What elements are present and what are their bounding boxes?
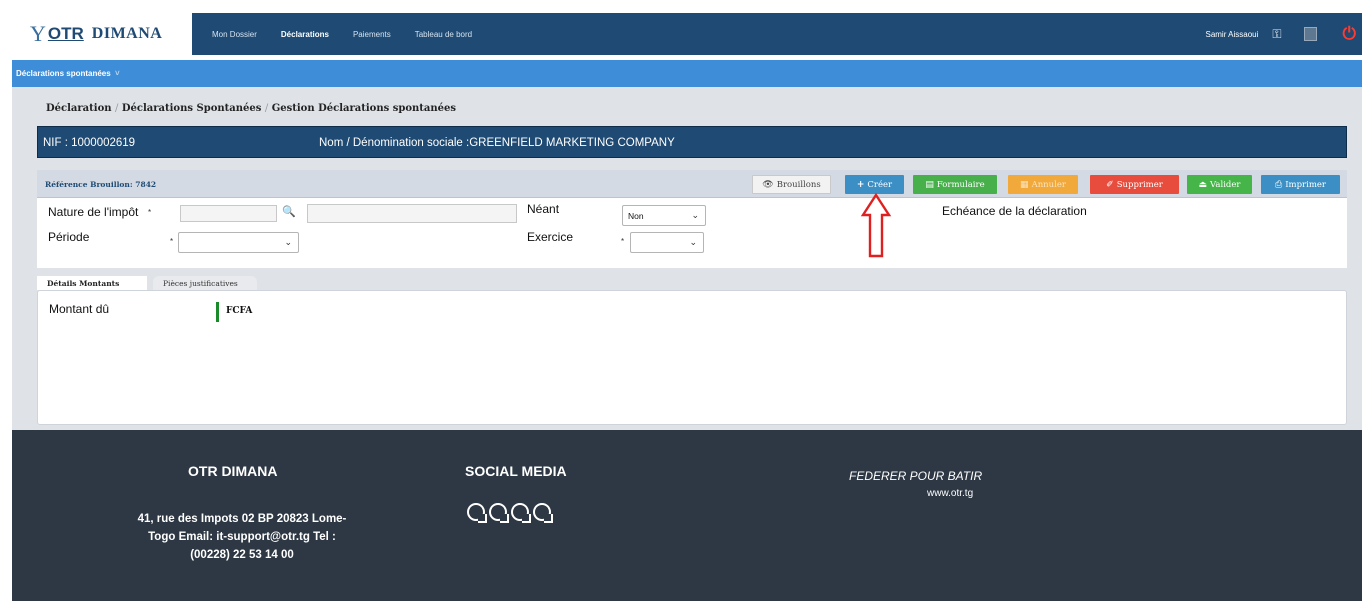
eject-icon: ⏏ bbox=[1198, 179, 1208, 190]
formulaire-label: Formulaire bbox=[936, 179, 985, 190]
valider-button[interactable]: ⏏ Valider bbox=[1187, 175, 1252, 194]
youtube-icon[interactable] bbox=[533, 503, 553, 523]
imprimer-button[interactable]: ⎙ Imprimer bbox=[1261, 175, 1340, 194]
required-asterisk: * bbox=[148, 208, 152, 217]
search-icon[interactable]: 🔍 bbox=[282, 205, 296, 218]
breadcrumb-item[interactable]: Déclarations Spontanées bbox=[122, 103, 262, 114]
footer: OTR DIMANA 41, rue des Impots 02 BP 2082… bbox=[12, 430, 1362, 601]
subnav-declarations-spontanees[interactable]: Déclarations spontanées bbox=[16, 69, 111, 78]
print-icon: ⎙ bbox=[1275, 179, 1283, 190]
declaration-form: Nature de l'impôt * 🔍 Néant Non ⌄ Echéan… bbox=[37, 198, 1347, 268]
chevron-down-icon: ⌄ bbox=[691, 210, 699, 220]
required-asterisk: * bbox=[621, 237, 625, 246]
tab-pieces-justificatives[interactable]: Pièces justificatives bbox=[153, 276, 257, 290]
tab-details-montants[interactable]: Détails Montants bbox=[37, 276, 147, 290]
action-toolbar: Référence Brouillon: 7842 👁 Brouillons +… bbox=[37, 170, 1347, 198]
nav-tableau-de-bord[interactable]: Tableau de bord bbox=[415, 30, 472, 39]
currency-label: FCFA bbox=[226, 306, 253, 316]
user-name[interactable]: Samir Aissaoui bbox=[1205, 30, 1258, 39]
subnav-bar: Déclarations spontanées ˅ bbox=[12, 60, 1362, 87]
amount-indicator bbox=[216, 302, 219, 322]
main-nav: Mon Dossier Déclarations Paiements Table… bbox=[212, 13, 496, 55]
breadcrumb: Déclaration / Déclarations Spontanées / … bbox=[46, 103, 456, 114]
eye-icon: 👁 bbox=[762, 179, 774, 190]
linkedin-icon[interactable] bbox=[511, 503, 531, 523]
creer-label: Créer bbox=[867, 179, 893, 190]
eraser-icon: ✐ bbox=[1106, 179, 1114, 190]
twitter-icon[interactable] bbox=[489, 503, 509, 523]
nature-code-input[interactable] bbox=[180, 205, 277, 222]
top-navbar: Y OTR DIMANA Mon Dossier Déclarations Pa… bbox=[12, 13, 1362, 55]
chevron-down-icon: ⌄ bbox=[284, 237, 292, 247]
periode-label: Période bbox=[48, 230, 90, 244]
annuler-button[interactable]: ▦ Annuler bbox=[1008, 175, 1078, 194]
cancel-icon: ▦ bbox=[1020, 179, 1029, 190]
breadcrumb-current: Gestion Déclarations spontanées bbox=[271, 103, 456, 114]
footer-website-link[interactable]: www.otr.tg bbox=[927, 488, 973, 499]
draft-reference: Référence Brouillon: 7842 bbox=[45, 180, 157, 189]
supprimer-button[interactable]: ✐ Supprimer bbox=[1090, 175, 1179, 194]
footer-slogan: FEDERER POUR BATIR bbox=[849, 469, 983, 483]
breadcrumb-separator: / bbox=[115, 103, 119, 114]
exercice-select[interactable]: ⌄ bbox=[630, 232, 704, 253]
echeance-label: Echéance de la déclaration bbox=[942, 204, 1087, 218]
subnav-caret-icon[interactable]: ˅ bbox=[115, 69, 120, 78]
footer-address: 41, rue des Impots 02 BP 20823 Lome-Togo… bbox=[137, 513, 347, 561]
facebook-icon[interactable] bbox=[467, 503, 487, 523]
red-arrow-annotation-icon bbox=[860, 192, 892, 258]
required-asterisk: * bbox=[170, 237, 174, 246]
social-icons bbox=[467, 503, 555, 523]
user-key-icon[interactable]: ⚿ bbox=[1272, 27, 1281, 42]
footer-title: OTR DIMANA bbox=[188, 463, 278, 479]
taxpayer-bar: NIF : 1000002619 Nom / Dénomination soci… bbox=[37, 126, 1347, 158]
annuler-label: Annuler bbox=[1031, 179, 1066, 190]
nav-declarations[interactable]: Déclarations bbox=[281, 30, 329, 39]
brouillons-button[interactable]: 👁 Brouillons bbox=[752, 175, 831, 194]
brouillons-label: Brouillons bbox=[776, 179, 821, 190]
exercice-label: Exercice bbox=[527, 230, 574, 244]
neant-label: Néant bbox=[527, 202, 560, 216]
logo-dimana-text: DIMANA bbox=[91, 25, 163, 42]
nature-libelle-input[interactable] bbox=[307, 204, 517, 223]
breadcrumb-separator: / bbox=[264, 103, 269, 114]
periode-select[interactable]: ⌄ bbox=[178, 232, 299, 253]
user-area: Samir Aissaoui ⚿ ⏻ bbox=[1205, 13, 1362, 55]
formulaire-button[interactable]: ▤ Formulaire bbox=[913, 175, 997, 194]
window-icon[interactable] bbox=[1303, 27, 1317, 41]
logo-otr-text: OTR bbox=[47, 24, 84, 43]
plus-icon: + bbox=[856, 179, 865, 190]
valider-label: Valider bbox=[1210, 179, 1241, 190]
neant-select[interactable]: Non ⌄ bbox=[622, 205, 706, 226]
company-name-text: Nom / Dénomination sociale :GREENFIELD M… bbox=[319, 137, 675, 149]
nav-mon-dossier[interactable]: Mon Dossier bbox=[212, 30, 257, 39]
montant-du-label: Montant dû bbox=[49, 302, 110, 316]
supprimer-label: Supprimer bbox=[1116, 179, 1163, 190]
power-icon[interactable]: ⏻ bbox=[1343, 24, 1356, 44]
nav-paiements[interactable]: Paiements bbox=[353, 30, 391, 39]
logo-mark-icon: Y bbox=[30, 21, 46, 46]
imprimer-label: Imprimer bbox=[1285, 179, 1326, 190]
nif-text: NIF : 1000002619 bbox=[43, 137, 136, 149]
neant-value: Non bbox=[628, 211, 644, 221]
chevron-down-icon: ⌄ bbox=[689, 237, 697, 247]
otr-logo[interactable]: Y OTR DIMANA bbox=[12, 13, 192, 55]
nature-impot-label: Nature de l'impôt bbox=[48, 205, 139, 219]
breadcrumb-item[interactable]: Déclaration bbox=[46, 103, 112, 114]
form-icon: ▤ bbox=[925, 179, 934, 190]
social-media-title: SOCIAL MEDIA bbox=[465, 463, 567, 479]
details-panel: Montant dû FCFA bbox=[37, 290, 1347, 425]
